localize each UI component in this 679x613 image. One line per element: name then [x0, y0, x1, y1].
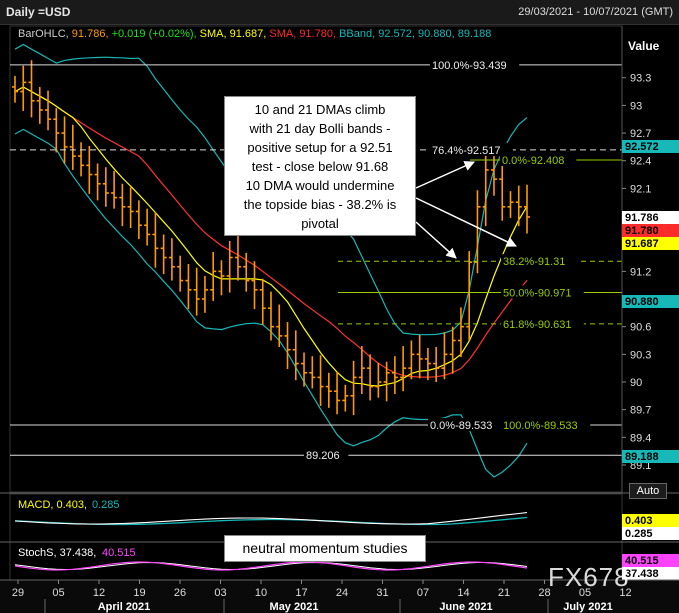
fib-label: 0.0%-92.408 [502, 155, 564, 167]
value-badge-text: 91.687 [625, 238, 659, 250]
callout-line: positive setup for a 92.51 [247, 140, 393, 155]
axis-tick: 90.6 [630, 322, 651, 334]
callout-line: 10 and 21 DMAs climb [254, 102, 386, 117]
fib-label: 50.0%-90.971 [503, 287, 572, 299]
month-label: July 2021 [563, 601, 613, 613]
value-badge-text: 92.572 [625, 141, 659, 153]
date-tick: 03 [214, 587, 226, 599]
axis-tick: 89.4 [630, 432, 651, 444]
callout-line: pivotal [301, 216, 339, 231]
auto-scale-button[interactable]: Auto [629, 483, 667, 499]
value-badge: 91.780 [622, 224, 679, 237]
axis-tick: 93.3 [630, 73, 651, 85]
fib-level: 100.0%-89.533 [501, 418, 591, 432]
fib-label: 0.0%-89.533 [430, 420, 492, 432]
fib-label: 38.2%-91.31 [503, 256, 565, 268]
value-axis[interactable]: Value93.39392.792.492.191.891.290.690.39… [621, 26, 679, 492]
legend-text: BarOHLC, 91.786, +0.019 (+0.02%), SMA, 9… [18, 28, 491, 40]
fib-label: 61.8%-90.631 [503, 319, 572, 331]
analysis-callout: 10 and 21 DMAs climb with 21 day Bolli b… [224, 96, 416, 236]
fib-label: 100.0%-89.533 [503, 420, 578, 432]
value-badge: 92.572 [622, 140, 679, 153]
watermark-logo: FX678 [548, 562, 630, 592]
symbol-title: Daily =USD [6, 5, 71, 19]
date-tick: 29 [12, 587, 24, 599]
date-tick: 31 [376, 587, 388, 599]
axis-tick: 90 [630, 377, 642, 389]
macd-badge: 0.403 [625, 515, 653, 527]
value-badge-text: 90.880 [625, 296, 659, 308]
stoch-legend-2: 40.515 [102, 547, 136, 559]
value-badge: 91.687 [622, 237, 679, 250]
macd-legend-2: 0.285 [92, 499, 120, 511]
date-tick: 24 [336, 587, 348, 599]
stoch-legend: StochS, 37.438, [18, 547, 96, 559]
macd-badge: 0.285 [625, 528, 653, 540]
macd-legend: MACD, 0.403, [18, 499, 87, 511]
month-label: May 2021 [270, 601, 319, 613]
stoch-badge: 40.515 [625, 555, 659, 567]
date-tick: 17 [295, 587, 307, 599]
value-badge-text: 91.780 [625, 225, 659, 237]
callout-line: with 21 day Bolli bands - [249, 121, 391, 136]
value-badge: 89.188 [622, 450, 679, 463]
axis-tick: 92.1 [630, 183, 651, 195]
callout-line: the topside bias - 38.2% is [243, 197, 397, 212]
month-label: April 2021 [98, 601, 151, 613]
date-tick: 21 [498, 587, 510, 599]
value-badge: 90.880 [622, 295, 679, 308]
momentum-callout: neutral momentum studies [224, 535, 426, 562]
callout-line: test - close below 91.68 [251, 159, 389, 174]
date-range: 29/03/2021 - 10/07/2021 (GMT) [518, 6, 673, 18]
date-tick: 10 [255, 587, 267, 599]
axis-tick: 92.4 [630, 156, 651, 168]
value-badge-text: 89.188 [625, 451, 659, 463]
month-label: June 2021 [439, 601, 492, 613]
axis-tick: 93 [630, 100, 642, 112]
axis-tick: 92.7 [630, 128, 651, 140]
value-badge: 91.786 [622, 211, 679, 224]
axis-tick: 89.7 [630, 405, 651, 417]
callout-line: 10 DMA would undermine [245, 178, 395, 193]
date-tick: 19 [133, 587, 145, 599]
study-legend: BarOHLC, 91.786, +0.019 (+0.02%), SMA, 9… [18, 28, 491, 40]
fib-label: 89.206 [306, 450, 340, 462]
date-tick: 14 [457, 587, 469, 599]
axis-title: Value [628, 39, 660, 53]
title-bar: Daily =USD 29/03/2021 - 10/07/2021 (GMT) [0, 0, 679, 25]
fib-label: 100.0%-93.439 [432, 60, 507, 72]
axis-tick: 91.2 [630, 266, 651, 278]
axis-tick: 90.3 [630, 349, 651, 361]
date-tick: 07 [417, 587, 429, 599]
stoch-badge: 37.438 [625, 568, 659, 580]
date-tick: 12 [93, 587, 105, 599]
date-tick: 05 [52, 587, 64, 599]
value-badge-text: 91.786 [625, 212, 659, 224]
fib-label: 76.4%-92.517 [432, 145, 501, 157]
date-tick: 26 [174, 587, 186, 599]
